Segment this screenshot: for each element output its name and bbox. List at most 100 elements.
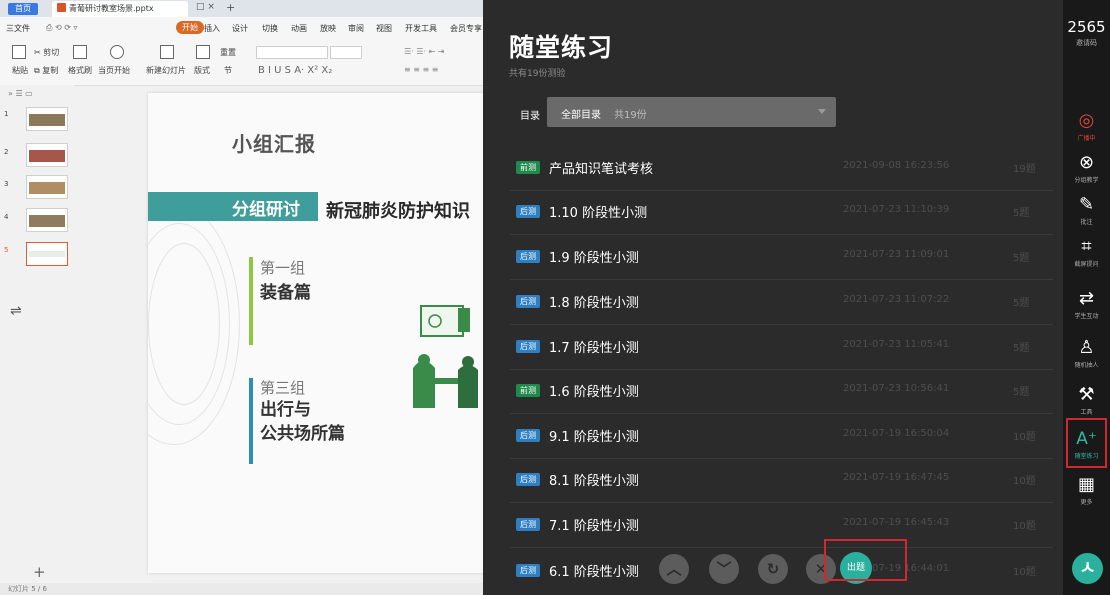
thumb-number: 5 [4,246,9,254]
quiz-item[interactable]: 前测 1.6 阶段性小测 2021-07-23 10:56:41 5题 [510,369,1053,414]
slide-thumbnail-4[interactable] [26,208,68,232]
paste-icon[interactable] [12,45,26,59]
quiz-time: 2021-07-19 16:45:43 [843,517,950,528]
sidebar-item-interaction[interactable]: ⇄ 学生互动 [1063,288,1110,338]
menu-animation[interactable]: 动画 [291,23,307,34]
quiz-title: 随堂练习 [509,33,614,62]
sidebar-item-label: 广播中 [1077,135,1096,142]
quick-access-icons[interactable]: ⎙ ⟲ ⟳ ▿ [46,23,77,33]
quiz-item[interactable]: 后测 1.9 阶段性小测 2021-07-23 11:09:01 5题 [510,235,1053,280]
scroll-down-button[interactable]: ﹀ [709,554,739,584]
directory-count: 共19份 [614,110,647,121]
group1-label: 第一组 [260,259,306,277]
font-size-select[interactable] [330,46,362,59]
menu-home[interactable]: 开始 [176,21,204,34]
group3-accent-bar [249,378,253,464]
cut-icon: ✂ [34,48,41,57]
text-format-icons[interactable]: B I U S A· X² X₂ [258,65,332,76]
outline-toggle-icon[interactable]: » ☰ ▭ [8,89,33,98]
menu-slideshow[interactable]: 放映 [320,23,336,34]
sidebar-item-label: 截屏提问 [1074,261,1099,268]
thumbnail-image [29,114,65,126]
refresh-icon: ↻ [766,560,780,578]
sidebar-item-more[interactable]: ▦ 更多 [1063,474,1110,524]
menu-transition[interactable]: 切换 [262,23,278,34]
directory-label: 目录 [520,111,540,122]
new-slide-icon [160,45,174,59]
group1-title: 装备篇 [260,283,311,303]
quiz-item[interactable]: 后测 1.8 阶段性小测 2021-07-23 11:07:22 5题 [510,280,1053,325]
slide-thumbnail-2[interactable] [26,143,68,167]
highlight-box [1066,418,1107,468]
quiz-name: 1.7 阶段性小测 [549,341,639,356]
menu-bar: 三文件 ⎙ ⟲ ⟳ ▿ 开始 插入 设计 切换 动画 放映 审阅 视图 开发工具… [0,17,483,41]
document-tab[interactable]: 青葡研讨教室场景.pptx [52,1,188,17]
quiz-name: 9.1 阶段性小测 [549,430,639,445]
slide-thumbnail-5[interactable] [26,242,68,266]
swap-icon[interactable]: ⇌ [10,303,22,319]
sidebar-item-random-pick[interactable]: ♙ 随机抽人 [1063,337,1110,387]
quiz-item[interactable]: 后测 7.1 阶段性小测 2021-07-19 16:45:43 10题 [510,503,1053,548]
wps-window: 首页 青葡研讨教室场景.pptx □ × + 三文件 ⎙ ⟲ ⟳ ▿ 开始 插入… [0,0,483,595]
quiz-time: 2021-07-23 10:56:41 [843,383,950,394]
slide-thumbnail-1[interactable] [26,107,68,131]
reset-button[interactable]: 重置 [220,47,236,58]
quiz-name: 8.1 阶段性小测 [549,474,639,489]
quiz-type-badge: 后测 [516,429,540,442]
scroll-up-button[interactable]: ︿ [659,554,689,584]
quiz-name: 产品知识笔试考核 [549,162,654,177]
section-button[interactable]: 节 [224,65,232,76]
font-name-select[interactable] [256,46,328,59]
menu-insert[interactable]: 插入 [204,23,220,34]
menu-view[interactable]: 视图 [376,23,392,34]
status-bar: 幻灯片 5 / 6 [0,583,483,595]
layout-icon [196,45,210,59]
quiz-item[interactable]: 后测 9.1 阶段性小测 2021-07-19 16:50:04 10题 [510,414,1053,459]
group3-title-line2: 公共场所篇 [260,424,345,444]
copy-button[interactable]: ⧉ 复制 [34,65,58,76]
add-slide-icon[interactable]: + [33,563,46,581]
quiz-item[interactable]: 后测 8.1 阶段性小测 2021-07-19 16:47:45 10题 [510,458,1053,503]
right-sidebar: 2565 邀请码 ◎ 广播中 ⊗ 分组教学 ✎ 批注 ⌗ 截屏提问 ⇄ 学生互动 ♙ 随机抽… [1063,0,1110,595]
thumbnail-image [29,251,65,257]
paste-button[interactable]: 粘贴 [12,65,28,76]
cut-button[interactable]: ✂ 剪切 [34,47,59,58]
quiz-type-badge: 后测 [516,564,540,577]
quiz-item[interactable]: 后测 1.7 阶段性小测 2021-07-23 11:05:41 5题 [510,325,1053,370]
menu-review[interactable]: 审阅 [348,23,364,34]
home-tab[interactable]: 首页 [8,3,38,15]
menu-design[interactable]: 设计 [232,23,248,34]
layout-button[interactable]: 版式 [194,65,210,76]
quiz-time: 2021-07-23 11:10:39 [843,204,950,215]
quiz-type-badge: 后测 [516,295,540,308]
new-tab-icon[interactable]: + [226,1,235,14]
menu-developer[interactable]: 开发工具 [405,23,437,34]
menu-member[interactable]: 会员专享 [450,23,482,34]
app-logo-icon[interactable]: ㅅ [1072,553,1103,584]
new-slide-button[interactable]: 新建幻灯片 [146,65,186,76]
slide-thumbnail-panel: » ☰ ▭ 1 2 3 4 5 ⇌ + [0,85,74,595]
slide-status: 幻灯片 5 / 6 [8,585,47,593]
quiz-question-count: 19题 [1013,164,1036,175]
format-painter-button[interactable]: 格式刷 [68,65,92,76]
quiz-time: 2021-07-23 11:05:41 [843,339,950,350]
directory-select[interactable]: 全部目录 共19份 [547,97,836,127]
refresh-button[interactable]: ↻ [758,554,788,584]
title-bar: 首页 青葡研讨教室场景.pptx □ × + [0,0,483,17]
sidebar-item-screenshot-question[interactable]: ⌗ 截屏提问 [1063,236,1110,286]
tab-close-icon[interactable]: □ × [196,2,215,12]
sidebar-item-label: 学生互动 [1074,313,1099,320]
sidebar-item-label: 批注 [1080,219,1093,226]
decor-arc [148,243,220,405]
slide-canvas[interactable]: 小组汇报 分组研讨 新冠肺炎防护知识 第一组 装备篇 第三组 出行与 公共场所篇 [148,93,483,573]
slide-thumbnail-3[interactable] [26,175,68,199]
quiz-name: 1.8 阶段性小测 [549,296,639,311]
chevron-down-icon [818,109,826,114]
quiz-item[interactable]: 前测 产品知识笔试考核 2021-09-08 16:23:56 19题 [510,146,1053,191]
list-icons[interactable]: ☰· ☰· ⇤ ⇥ [404,47,444,56]
align-icons[interactable]: ≡ ≡ ≡ ≡ [404,65,438,74]
more-icon: ▦ [1077,474,1095,495]
play-from-current-button[interactable]: 当页开始 [98,65,130,76]
menu-file[interactable]: 三文件 [6,23,30,34]
quiz-item[interactable]: 后测 1.10 阶段性小测 2021-07-23 11:10:39 5题 [510,190,1053,235]
